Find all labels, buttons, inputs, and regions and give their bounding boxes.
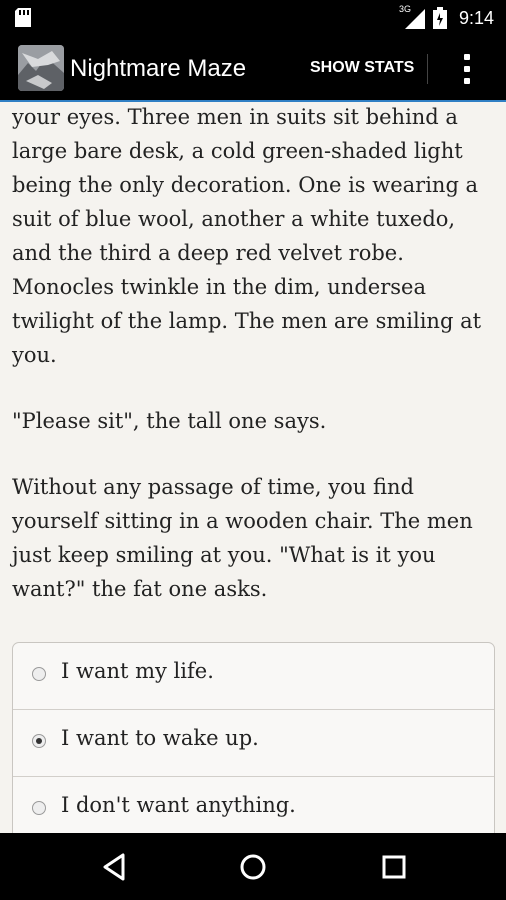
home-icon[interactable] [235,849,271,885]
story-paragraph: your eyes. Three men in suits sit behind… [12,105,482,367]
story-scroll-area[interactable]: your eyes. Three men in suits sit behind… [0,102,506,833]
radio-button[interactable] [32,801,46,815]
overflow-menu-icon[interactable] [458,52,476,86]
back-icon[interactable] [96,849,132,885]
choice-item[interactable]: I don't want anything. [13,776,494,833]
sd-card-icon [15,8,31,27]
app-title: Nightmare Maze [70,55,247,82]
choice-label: I want to wake up. [61,726,259,750]
app-logo[interactable] [18,45,64,91]
radio-button-selected[interactable] [32,734,46,748]
story-paragraph: "Please sit", the tall one says. [12,409,327,433]
navigation-bar [0,833,506,900]
recents-icon[interactable] [376,849,412,885]
choice-item[interactable]: I want to wake up. [13,709,494,776]
choice-label: I don't want anything. [61,793,296,817]
show-stats-button[interactable]: SHOW STATS [310,59,414,77]
app-bar: Nightmare Maze SHOW STATS [0,36,506,100]
radio-button[interactable] [32,667,46,681]
signal-icon: 3G [399,4,427,29]
choice-label: I want my life. [61,659,214,683]
battery-icon [432,7,447,29]
clock: 9:14 [458,7,494,28]
story-paragraph: Without any passage of time, you find yo… [12,475,473,601]
status-bar: 3G 9:14 [0,0,506,36]
choice-item[interactable]: I want my life. [13,643,494,709]
toolbar-divider [427,54,428,84]
story-text: your eyes. Three men in suits sit behind… [12,102,496,638]
choice-list: I want my life. I want to wake up. I don… [12,642,495,833]
